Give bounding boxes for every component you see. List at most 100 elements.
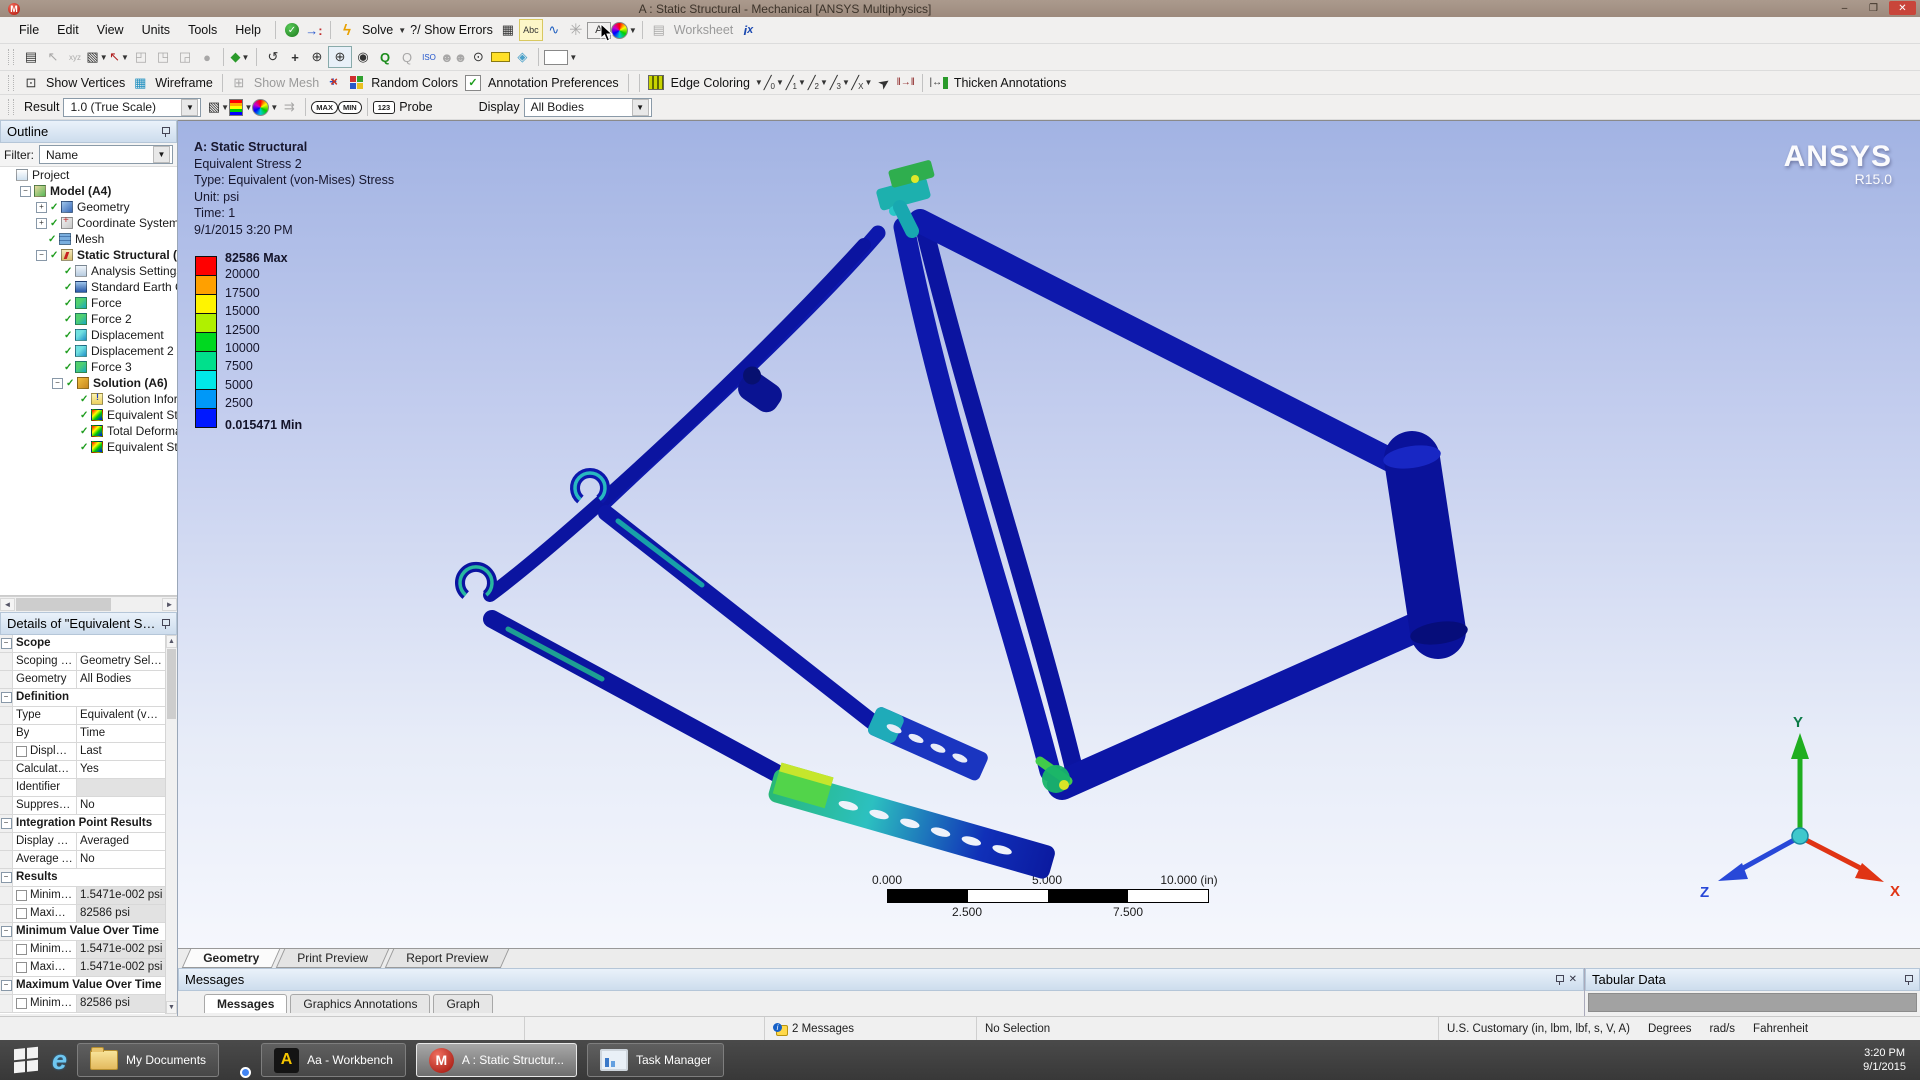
display-dropdown-icon[interactable]: ▼: [632, 99, 649, 116]
look-at-icon[interactable]: ⊙: [467, 47, 489, 67]
details-property-value[interactable]: 1.5471e-002 psi: [77, 941, 166, 958]
scroll-left-icon[interactable]: ◄: [0, 598, 15, 611]
taskbar-item-workbench[interactable]: A Aa - Workbench: [261, 1043, 406, 1077]
details-item-row[interactable]: Calculate Time HistoryYes: [0, 761, 177, 779]
details-item-row[interactable]: Minimum1.5471e-002 psi: [0, 887, 177, 905]
parameter-checkbox[interactable]: [16, 998, 27, 1009]
details-property-value[interactable]: 82586 psi: [77, 905, 166, 922]
tabular-pin-icon[interactable]: [1904, 975, 1913, 984]
tree-item-standard-earth-gravity[interactable]: ✓Standard Earth Gravity: [0, 279, 177, 295]
details-property-value[interactable]: 82586 psi: [77, 995, 166, 1012]
parameter-checkbox[interactable]: [16, 890, 27, 901]
solve-dropdown-icon[interactable]: ▼: [398, 26, 406, 35]
start-button[interactable]: [14, 1048, 38, 1072]
edge-direction-2-icon[interactable]: ╱2▼: [807, 73, 829, 93]
graphics-viewport[interactable]: A: Static StructuralEquivalent Stress 2T…: [178, 120, 1920, 948]
tree-expander-icon[interactable]: −: [36, 250, 47, 261]
collapse-icon[interactable]: −: [1, 872, 12, 883]
details-property-value[interactable]: [77, 779, 166, 796]
taskbar-clock[interactable]: 3:20 PM 9/1/2015: [1863, 1046, 1906, 1074]
details-item-row[interactable]: ByTime: [0, 725, 177, 743]
menu-view[interactable]: View: [88, 23, 133, 37]
details-section-row[interactable]: −Maximum Value Over Time: [0, 977, 177, 995]
messages-pin-icon[interactable]: [1555, 975, 1564, 984]
details-property-value[interactable]: Last: [77, 743, 166, 760]
status-units[interactable]: U.S. Customary (in, lbm, lbf, s, V, A): [1447, 1023, 1630, 1035]
details-item-row[interactable]: Scoping MethodGeometry Selection: [0, 653, 177, 671]
menu-tools[interactable]: Tools: [179, 23, 226, 37]
tree-item-equivalent-stress-2[interactable]: ✓Equivalent Stress 2: [0, 439, 177, 455]
details-section-row[interactable]: −Integration Point Results: [0, 815, 177, 833]
tree-expander-icon[interactable]: +: [36, 202, 47, 213]
outline-hscrollbar[interactable]: ◄ ►: [0, 596, 177, 612]
parameter-checkbox[interactable]: [16, 908, 27, 919]
view-tab-print-preview[interactable]: Print Preview: [276, 949, 389, 968]
details-item-row[interactable]: TypeEquivalent (von-Mises) Stress: [0, 707, 177, 725]
details-property-value[interactable]: All Bodies: [77, 671, 166, 688]
magnifier-on-icon[interactable]: Q: [374, 47, 396, 67]
minimize-button[interactable]: –: [1831, 1, 1858, 15]
menu-file[interactable]: File: [10, 23, 48, 37]
details-item-row[interactable]: Identifier: [0, 779, 177, 797]
result-scale-dropdown-icon[interactable]: ▼: [181, 99, 198, 116]
ruler-icon[interactable]: [489, 47, 511, 67]
tree-item-displacement[interactable]: ✓Displacement: [0, 327, 177, 343]
wireframe-button[interactable]: Wireframe: [155, 76, 213, 90]
menu-help[interactable]: Help: [226, 23, 270, 37]
view-tab-geometry[interactable]: Geometry: [182, 949, 280, 968]
new-section-plane-icon[interactable]: ▦: [497, 20, 519, 40]
tree-expander-icon[interactable]: −: [52, 378, 63, 389]
details-item-row[interactable]: Maximum1.5471e-002 psi: [0, 959, 177, 977]
menu-units[interactable]: Units: [133, 23, 179, 37]
menu-edit[interactable]: Edit: [48, 23, 88, 37]
scroll-right-icon[interactable]: ►: [162, 598, 177, 611]
details-property-value[interactable]: Yes: [77, 761, 166, 778]
details-property-value[interactable]: 1.5471e-002 psi: [77, 887, 166, 904]
messages-tab-messages[interactable]: Messages: [204, 994, 287, 1013]
details-item-row[interactable]: SuppressedNo: [0, 797, 177, 815]
taskbar-item-mechanical[interactable]: M A : Static Structur...: [416, 1043, 577, 1077]
scroll-thumb[interactable]: [16, 598, 111, 611]
selection-information-icon[interactable]: ix: [737, 20, 759, 40]
box-zoom-icon[interactable]: ⊕: [328, 46, 352, 68]
internet-explorer-icon[interactable]: e: [52, 1045, 67, 1076]
tree-item-force[interactable]: ✓Force: [0, 295, 177, 311]
result-display-icon[interactable]: ▼: [252, 97, 278, 117]
tree-item-project[interactable]: Project: [0, 167, 177, 183]
chart-icon[interactable]: ∿: [543, 20, 565, 40]
collapse-icon[interactable]: −: [1, 692, 12, 703]
filter-dropdown-icon[interactable]: ▼: [153, 146, 170, 163]
annotation-preferences-button[interactable]: Annotation Preferences: [488, 76, 619, 90]
tree-expander-icon[interactable]: −: [20, 186, 31, 197]
tree-item-analysis-settings[interactable]: ✓Analysis Settings: [0, 263, 177, 279]
selection-rectangle-dropdown-icon[interactable]: ▼: [569, 53, 577, 62]
tree-item-coordinate-systems[interactable]: +✓Coordinate Systems: [0, 215, 177, 231]
tree-item-force-3[interactable]: ✓Force 3: [0, 359, 177, 375]
min-probe-icon[interactable]: MIN: [338, 97, 362, 117]
tree-item-static-structural-a5-[interactable]: −✓Static Structural (A5): [0, 247, 177, 263]
edge-direction-0-icon[interactable]: ╱0▼: [763, 73, 785, 93]
max-probe-icon[interactable]: MAX: [311, 97, 338, 117]
zoom-icon[interactable]: ⊕: [306, 47, 328, 67]
details-item-row[interactable]: GeometryAll Bodies: [0, 671, 177, 689]
details-property-value[interactable]: Time: [77, 725, 166, 742]
viewports-icon[interactable]: ◆▼: [229, 47, 251, 67]
messages-tab-graphics-annotations[interactable]: Graphics Annotations: [290, 994, 430, 1013]
messages-close-icon[interactable]: ✕: [1569, 974, 1577, 985]
details-pin-icon[interactable]: [161, 619, 170, 628]
scroll-up-icon[interactable]: ▲: [166, 635, 177, 648]
details-property-value[interactable]: Averaged: [77, 833, 166, 850]
parameter-checkbox[interactable]: [16, 746, 27, 757]
details-property-value[interactable]: No: [77, 797, 166, 814]
coordinate-axes-icon[interactable]: [323, 73, 345, 93]
selection-rectangle-icon[interactable]: [544, 50, 568, 65]
status-messages[interactable]: 2 Messages: [792, 1023, 854, 1035]
thicken-annotations-button[interactable]: Thicken Annotations: [954, 76, 1067, 90]
details-item-row[interactable]: Average Across BodiesNo: [0, 851, 177, 869]
details-item-row[interactable]: Maximum82586 psi: [0, 905, 177, 923]
solve-icon[interactable]: ϟ: [336, 20, 358, 40]
scroll-down-icon[interactable]: ▼: [166, 1001, 177, 1014]
edge-coloring-button[interactable]: Edge Coloring: [671, 76, 750, 90]
taskbar-item-task-manager[interactable]: Task Manager: [587, 1043, 724, 1077]
tree-item-equivalent-stress[interactable]: ✓Equivalent Stress: [0, 407, 177, 423]
